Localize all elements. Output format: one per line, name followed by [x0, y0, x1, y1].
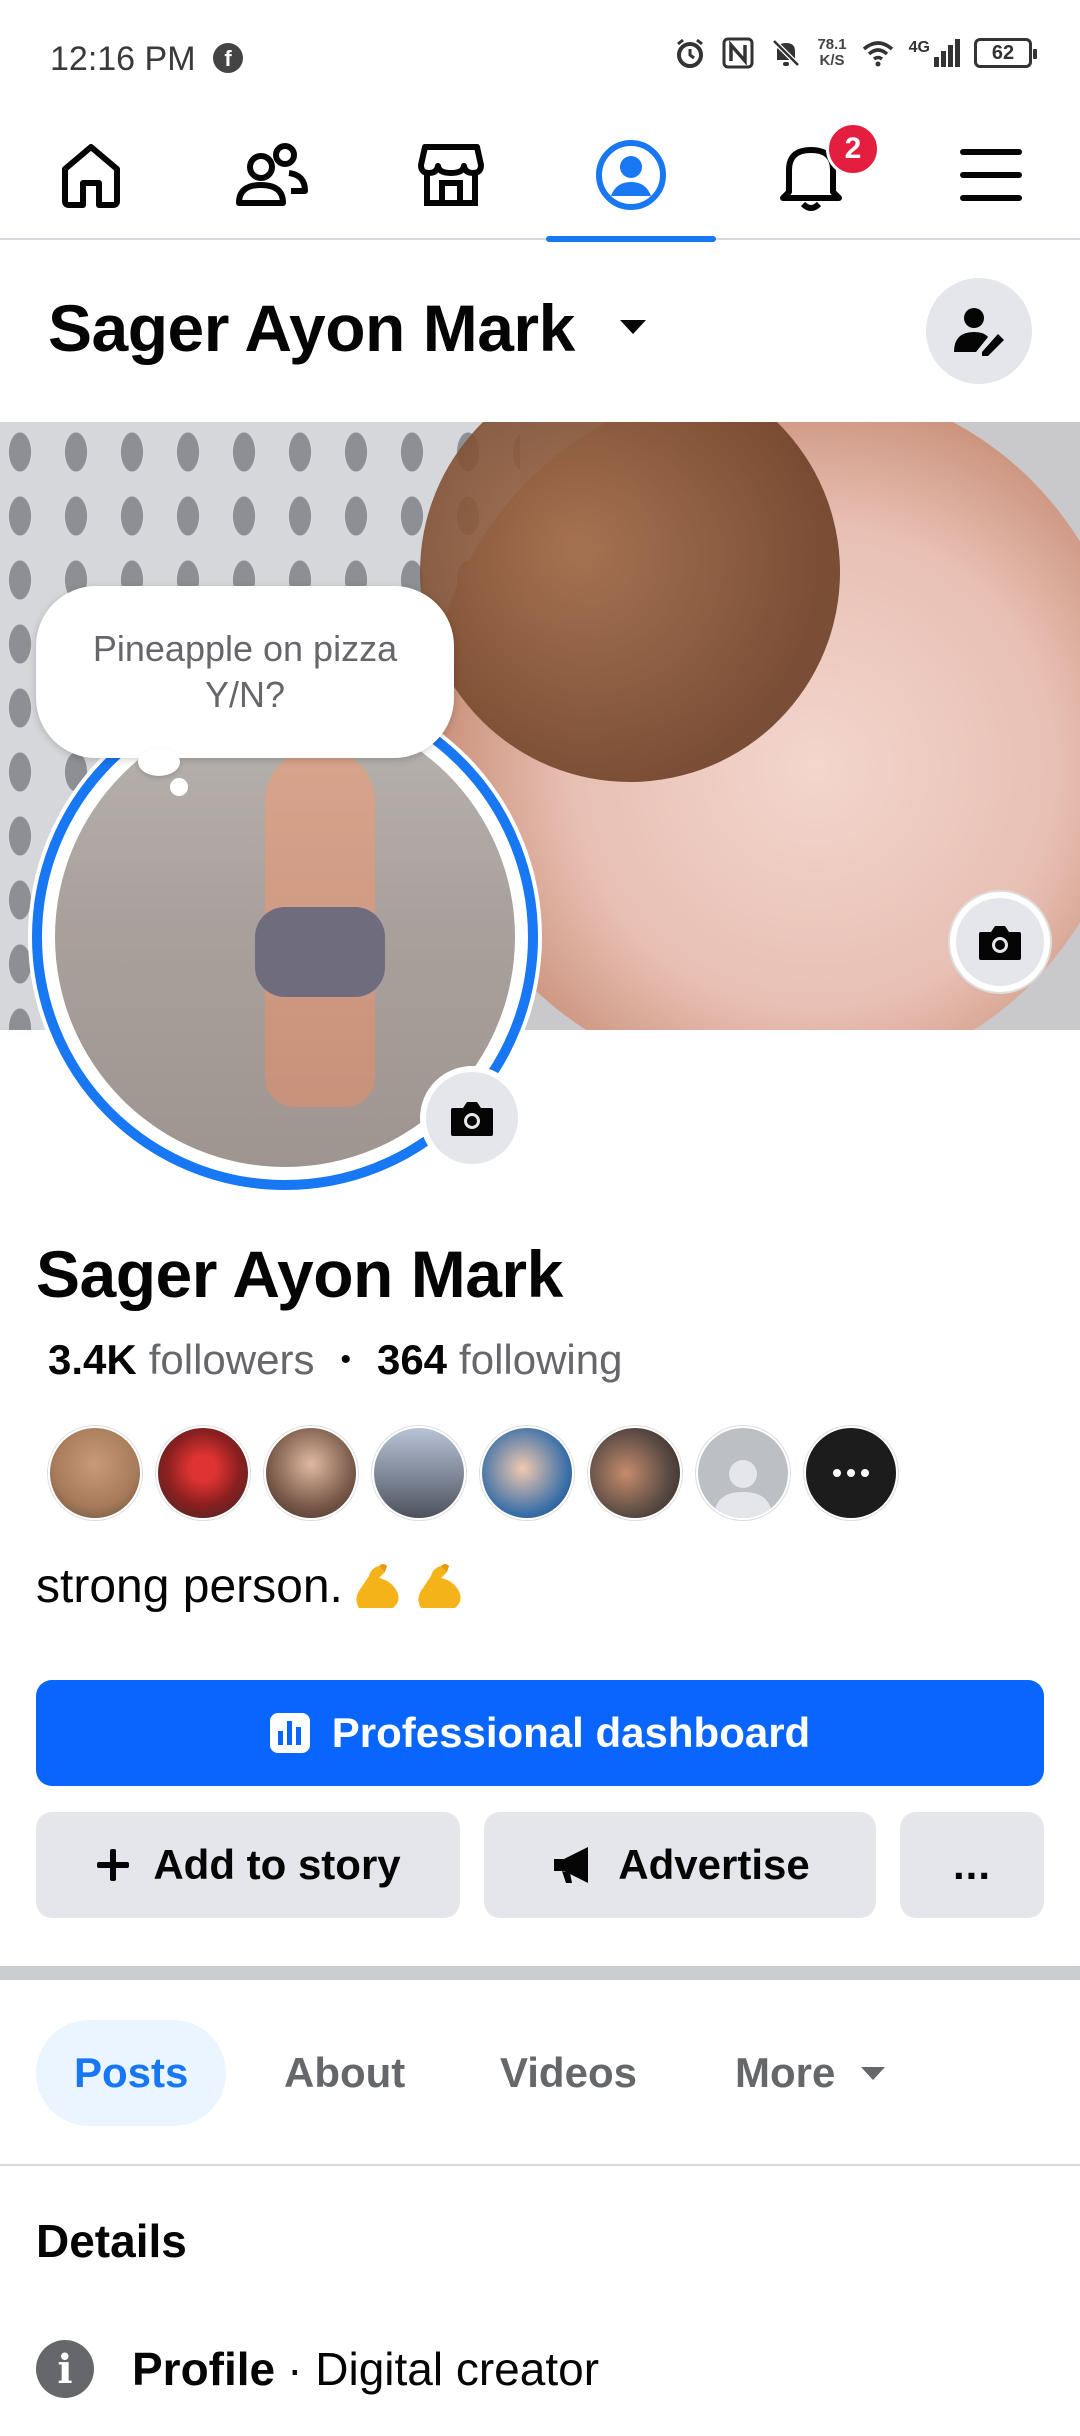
advertise-button[interactable]: Advertise — [484, 1812, 876, 1918]
more-dots-icon — [833, 1469, 869, 1477]
status-time: 12:16 PM — [50, 40, 196, 78]
tab-videos[interactable]: Videos — [500, 2020, 637, 2126]
more-actions-button[interactable]: ... — [900, 1812, 1044, 1918]
notification-badge: 2 — [826, 122, 880, 176]
profile-bio: strong person. — [36, 1558, 467, 1614]
profile-icon — [596, 140, 666, 210]
edit-profile-button[interactable] — [926, 278, 1032, 384]
chevron-down-icon — [861, 2066, 886, 2080]
status-bar: 12:16 PM f 78.1 K/S 4G 62 — [0, 0, 1080, 110]
add-to-story-label: Add to story — [153, 1841, 401, 1888]
friend-avatar[interactable] — [264, 1426, 358, 1520]
nav-menu[interactable] — [906, 110, 1076, 240]
nav-notifications[interactable]: 2 — [726, 110, 896, 240]
profile-header: Sager Ayon Mark — [0, 242, 1080, 422]
following-count[interactable]: 364 — [377, 1336, 447, 1384]
more-friends-button[interactable] — [804, 1426, 898, 1520]
bio-text: strong person. — [36, 1559, 343, 1613]
tab-more[interactable]: More — [735, 2020, 886, 2126]
account-switch-caret-icon[interactable] — [620, 320, 646, 334]
detail-profile-label: Profile — [132, 2343, 276, 2395]
flexed-biceps-icon — [418, 1564, 461, 1608]
advertise-label: Advertise — [618, 1841, 810, 1888]
profile-tabs: Posts About Videos More — [0, 1980, 1080, 2166]
friend-avatar[interactable] — [156, 1426, 250, 1520]
nfc-icon — [722, 37, 754, 69]
tab-posts[interactable]: Posts — [36, 2020, 227, 2126]
camera-icon — [451, 1102, 493, 1136]
header-profile-name[interactable]: Sager Ayon Mark — [48, 290, 575, 366]
cell-signal-icon: 4G — [909, 39, 960, 67]
nav-friends[interactable] — [186, 110, 356, 240]
section-divider — [0, 1966, 1080, 1980]
friend-avatar[interactable] — [372, 1426, 466, 1520]
friend-avatar[interactable] — [48, 1426, 142, 1520]
nav-profile[interactable] — [546, 110, 716, 242]
follow-stats: 3.4K followers • 364 following — [48, 1336, 623, 1384]
home-icon — [62, 144, 120, 208]
mute-bell-icon — [772, 39, 801, 67]
edit-profile-picture-button[interactable] — [420, 1066, 524, 1170]
flexed-biceps-icon — [356, 1564, 399, 1608]
detail-profile-value: · Digital creator — [287, 2343, 600, 2395]
friends-icon — [236, 143, 308, 206]
friend-avatar[interactable] — [480, 1426, 574, 1520]
friend-avatar-placeholder[interactable] — [696, 1426, 790, 1520]
tab-more-label: More — [735, 2049, 836, 2096]
edit-cover-button[interactable] — [950, 892, 1050, 992]
marketplace-icon — [418, 144, 484, 206]
friends-preview-row — [48, 1426, 898, 1520]
friend-avatar[interactable] — [588, 1426, 682, 1520]
profile-name: Sager Ayon Mark — [36, 1237, 563, 1311]
default-person-icon — [714, 1460, 772, 1518]
nav-marketplace[interactable] — [366, 110, 536, 240]
detail-profile-row: i Profile · Digital creator — [36, 2340, 599, 2398]
following-label[interactable]: following — [459, 1336, 622, 1384]
followers-label[interactable]: followers — [149, 1336, 315, 1384]
details-heading: Details — [36, 2215, 187, 2267]
dashboard-icon — [269, 1713, 310, 1753]
plus-icon — [97, 1849, 130, 1881]
facebook-notification-icon: f — [213, 43, 243, 73]
menu-icon — [960, 149, 1022, 201]
battery-indicator: 62 — [974, 38, 1037, 68]
camera-icon — [979, 926, 1021, 960]
person-edit-icon — [954, 308, 1004, 356]
add-to-story-button[interactable]: Add to story — [36, 1812, 460, 1918]
top-navigation: 2 — [0, 110, 1080, 242]
network-speed: 78.1 K/S — [817, 36, 847, 69]
status-icons: 78.1 K/S 4G 62 — [673, 36, 1037, 70]
professional-dashboard-label: Professional dashboard — [331, 1709, 811, 1756]
nav-home[interactable] — [6, 110, 176, 240]
note-tail — [138, 748, 180, 776]
info-icon: i — [36, 2340, 94, 2398]
alarm-icon — [677, 38, 704, 68]
tab-about[interactable]: About — [284, 2020, 405, 2126]
profile-note-bubble[interactable]: Pineapple on pizza Y/N? — [36, 586, 454, 758]
megaphone-icon — [554, 1847, 589, 1883]
followers-count[interactable]: 3.4K — [48, 1336, 137, 1384]
more-actions-label: ... — [952, 1841, 991, 1888]
professional-dashboard-button[interactable]: Professional dashboard — [36, 1680, 1044, 1786]
wifi-icon — [862, 41, 893, 67]
note-tail-small — [170, 778, 188, 796]
